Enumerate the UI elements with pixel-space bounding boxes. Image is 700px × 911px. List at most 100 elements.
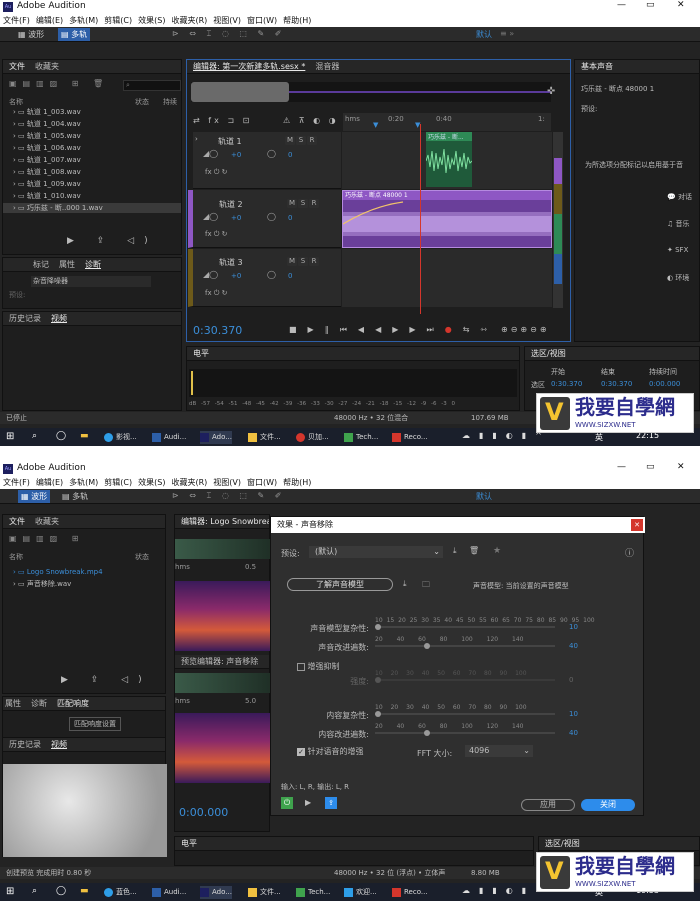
tab-editor[interactable]: 编辑器: Logo Snowbreak.m (181, 517, 269, 526)
file-row-selected[interactable]: › ▭ 巧乐兹 - 断..000 1.wav (3, 203, 181, 213)
fx-icon[interactable]: ⇄ fx ⊐ ⊡ (193, 116, 252, 125)
slider-knob[interactable] (423, 643, 430, 649)
maximize-button[interactable]: ▭ (646, 462, 655, 472)
menu-multitrack[interactable]: 多轨(M) (66, 14, 101, 27)
download-icon[interactable]: ⤓ (403, 579, 407, 589)
tab-video[interactable]: 视频 (51, 314, 67, 323)
taskbar-item[interactable]: Ado... (200, 431, 232, 444)
tab-properties[interactable]: 属性 (59, 260, 75, 269)
slider-knob[interactable] (375, 624, 381, 630)
waveform-mode-button[interactable]: ▦ 波形 (18, 29, 44, 40)
menu-clip[interactable]: 剪辑(C) (101, 476, 135, 489)
record-arm-button[interactable]: R (309, 199, 319, 208)
track-volume[interactable]: +0 (231, 151, 241, 159)
menu-help[interactable]: 帮助(H) (280, 14, 314, 27)
record-arm-button[interactable]: R (307, 136, 317, 145)
taskbar-item[interactable]: Tech... (296, 886, 330, 899)
tab-levels[interactable]: 电平 (181, 839, 197, 848)
close-dialog-button[interactable]: 关闭 (581, 799, 635, 811)
tab-mixer[interactable]: 混音器 (315, 62, 339, 71)
tab-history[interactable]: 历史记录 (9, 314, 41, 323)
files-search-input[interactable]: ⌕ (123, 80, 181, 91)
delete-preset-icon[interactable]: 🗑 (469, 546, 479, 555)
mute-button[interactable]: M (287, 257, 297, 266)
search-icon[interactable]: ⌕ (32, 431, 37, 441)
diagnostics-preset[interactable]: 预设: (9, 290, 25, 300)
file-row[interactable]: › ▭ 轨道 1_006.wav (3, 143, 181, 153)
close-button[interactable]: ✕ (677, 462, 685, 472)
menu-help[interactable]: 帮助(H) (280, 476, 314, 489)
zoom-fit-icon[interactable]: ✜ (547, 86, 555, 97)
taskbar-item[interactable]: Reco... (392, 886, 428, 899)
taskbar-item[interactable]: Tech... (344, 431, 378, 444)
mute-button[interactable]: M (285, 136, 295, 145)
menu-edit[interactable]: 编辑(E) (33, 476, 66, 489)
menu-favorites[interactable]: 收藏夹(R) (168, 14, 210, 27)
multitrack-mode-button[interactable]: ▤ 多轨 (58, 28, 91, 41)
tab-levels[interactable]: 电平 (193, 349, 209, 358)
workspace-default[interactable]: 默认 (476, 29, 492, 40)
timeline-ruler[interactable]: hms 0.5 (175, 563, 271, 577)
record-arm-button[interactable]: R (309, 257, 319, 266)
taskbar-item[interactable]: 蓝色... (104, 886, 137, 899)
apply-button[interactable]: 应用 (521, 799, 575, 811)
menu-view[interactable]: 视图(V) (210, 476, 244, 489)
explorer-icon[interactable]: ▬ (80, 431, 89, 441)
track-lane-2[interactable]: 巧乐兹 - 断点 48000 1 (342, 190, 552, 248)
taskbar-item[interactable]: Audi... (152, 886, 186, 899)
track-name[interactable]: 轨道 3 (219, 257, 243, 268)
taskbar-item[interactable]: 影视... (104, 431, 137, 444)
workspace-default[interactable]: 默认 (476, 491, 492, 502)
maximize-button[interactable]: ▭ (646, 0, 655, 10)
windows-start-icon[interactable]: ⊞ (6, 886, 14, 897)
tab-editor[interactable]: 编辑器: 第一次新建多轨.sesx * (193, 62, 305, 71)
file-row[interactable]: › ▭ 轨道 1_005.wav (3, 131, 181, 141)
timeline-ruler[interactable]: hms 5.0 (175, 697, 271, 711)
minimize-button[interactable]: — (617, 462, 626, 472)
pan-knob[interactable]: ◯ (267, 149, 276, 158)
fft-size-select[interactable]: 4096 ⌄ (465, 745, 533, 757)
minimize-button[interactable]: — (617, 0, 626, 10)
tab-preview-editor[interactable]: 预览编辑器: 声音移除 (181, 657, 258, 666)
pan-knob[interactable]: ◯ (267, 212, 276, 221)
menu-edit[interactable]: 编辑(E) (33, 14, 66, 27)
track-lane-3[interactable] (342, 249, 552, 307)
file-row[interactable]: › ▭ Logo Snowbreak.mp4 (3, 567, 165, 577)
dialog-close-button[interactable]: ✕ (631, 519, 643, 531)
pan-knob[interactable]: ◯ (267, 270, 276, 279)
menu-clip[interactable]: 剪辑(C) (101, 14, 135, 27)
column-status[interactable]: 状态 (135, 552, 149, 562)
solo-button[interactable]: S (296, 136, 306, 145)
taskbar-item[interactable]: Reco... (392, 431, 428, 444)
music-button[interactable]: ♫ 音乐 (667, 219, 690, 229)
vertical-scrollbar[interactable] (553, 132, 563, 308)
column-name[interactable]: 名称 (9, 98, 23, 106)
tool-icons[interactable]: ⊳ ⇔ ⌶ ◌ ⬚ ✎ ✐ (172, 29, 285, 39)
track-volume[interactable]: +0 (231, 214, 241, 222)
transport-controls[interactable]: ■▶‖⏮◀◀▶▶⏭●⇆⇿ (289, 325, 498, 335)
learn-sound-model-button[interactable]: 了解声音模型 (287, 578, 393, 591)
file-row[interactable]: › ▭ 轨道 1_008.wav (3, 167, 181, 177)
file-row[interactable]: › ▭ 声音移除.wav (3, 579, 165, 589)
timeline-ruler[interactable]: hms 0:20 0:40 1: ▼ ▼ (343, 113, 551, 131)
taskbar-item[interactable]: 贝加... (296, 431, 329, 444)
match-loudness-settings-button[interactable]: 匹配响度设置 (69, 717, 121, 731)
tool-icons[interactable]: ⊳ ⇔ ⌶ ◌ ⬚ ✎ ✐ (172, 491, 285, 501)
collapse-icon[interactable]: › (195, 135, 198, 143)
volume-icon[interactable]: ◢◯ (203, 212, 218, 221)
taskbar-item[interactable]: 文件... (248, 886, 281, 899)
files-transport[interactable]: ▶ ⇪ ◁) (61, 675, 152, 685)
menu-file[interactable]: 文件(F) (0, 14, 33, 27)
close-button[interactable]: ✕ (677, 0, 685, 10)
tab-video[interactable]: 视频 (51, 740, 67, 749)
fx-power-icon[interactable]: fx ⏻ ↻ (205, 168, 227, 177)
track-volume[interactable]: +0 (231, 272, 241, 280)
sfx-button[interactable]: ✦ SFX (667, 246, 688, 254)
column-status[interactable]: 状态 (135, 97, 149, 107)
tab-diagnostics[interactable]: 诊断 (31, 699, 47, 708)
tab-properties[interactable]: 属性 (5, 699, 21, 708)
clip-purple[interactable]: 巧乐兹 - 断点 48000 1 (342, 190, 552, 248)
ime-indicator[interactable]: 英 (595, 432, 603, 443)
taskbar-item[interactable]: 欢迎... (344, 886, 377, 899)
zoom-controls[interactable]: ⊕⊖⊕⊖⊕ (501, 325, 550, 334)
